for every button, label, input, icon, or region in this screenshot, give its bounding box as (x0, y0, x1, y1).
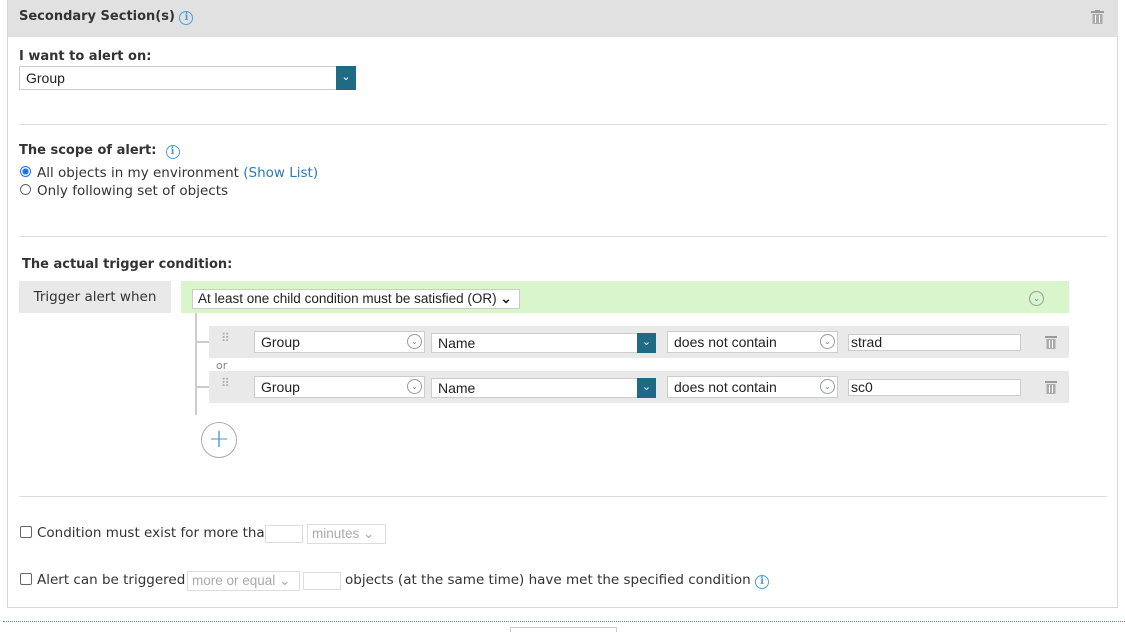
condition-value-input[interactable]: sc0 (848, 379, 1021, 396)
chevron-down-icon: ⌄ (820, 379, 835, 394)
chevron-down-icon[interactable]: ⌄ (637, 378, 656, 398)
trigger-when-label: Trigger alert when (19, 281, 171, 313)
info-icon[interactable]: i (165, 145, 180, 159)
condition-object-select[interactable]: Group (254, 331, 425, 353)
duration-input[interactable] (265, 525, 303, 543)
scope-label: The scope of alert: i (19, 143, 180, 159)
duration-checkbox[interactable] (20, 526, 32, 538)
scope-following-radio[interactable] (20, 184, 31, 195)
duration-unit-select[interactable]: minutes ⌄ (307, 524, 386, 544)
divider (19, 124, 1107, 125)
chevron-down-icon: ⌄ (363, 526, 375, 541)
section-title: Secondary Section(s) i (19, 9, 194, 25)
alert-on-label: I want to alert on: (19, 49, 152, 64)
alert-on-select[interactable]: Group (19, 66, 337, 90)
delete-condition-trash-icon[interactable] (1045, 335, 1057, 349)
count-input[interactable] (303, 572, 341, 590)
trigger-label: The actual trigger condition: (22, 257, 233, 272)
trigger-mode-select[interactable]: At least one child condition must be sat… (192, 289, 520, 309)
tree-line (195, 313, 197, 415)
info-icon[interactable]: i (754, 575, 769, 589)
add-condition-plus-icon[interactable]: + (201, 422, 237, 458)
drag-handle-icon[interactable]: ⠿ (221, 377, 230, 389)
chevron-down-icon: ⌄ (407, 334, 422, 349)
chevron-down-icon: ⌄ (820, 334, 835, 349)
duration-label: Condition must exist for more than (37, 525, 274, 541)
count-label: Alert can be triggered if (37, 572, 199, 588)
scope-all-label: All objects in my environment (Show List… (37, 165, 319, 181)
collapse-chevron-icon[interactable]: ⌄ (1029, 291, 1044, 306)
scope-all-radio[interactable] (20, 166, 31, 177)
condition-operator-select[interactable]: does not contain (667, 376, 838, 398)
divider (19, 236, 1107, 237)
count-comparator-select[interactable]: more or equal ⌄ (187, 571, 300, 591)
chevron-down-icon[interactable]: ⌄ (637, 333, 656, 353)
condition-property-select[interactable]: Name (431, 378, 638, 398)
drag-handle-icon[interactable]: ⠿ (221, 332, 230, 344)
delete-condition-trash-icon[interactable] (1045, 380, 1057, 394)
condition-value-input[interactable]: strad (848, 334, 1021, 351)
count-checkbox[interactable] (20, 573, 32, 585)
chevron-down-icon: ⌄ (279, 573, 291, 588)
chevron-down-icon[interactable]: ⌄ (336, 66, 356, 90)
count-suffix: objects (at the same time) have met the … (345, 572, 769, 589)
chevron-down-icon: ⌄ (407, 379, 422, 394)
divider (19, 496, 1107, 497)
partial-button[interactable] (510, 627, 617, 632)
chevron-down-icon: ⌄ (500, 291, 512, 306)
show-list-link[interactable]: (Show List) (243, 165, 318, 181)
scope-following-label: Only following set of objects (37, 183, 229, 199)
condition-property-select[interactable]: Name (431, 333, 638, 353)
condition-operator-select[interactable]: does not contain (667, 331, 838, 353)
info-icon[interactable]: i (179, 11, 194, 25)
delete-section-trash-icon[interactable] (1091, 10, 1104, 24)
dotted-separator (3, 621, 1125, 622)
condition-object-select[interactable]: Group (254, 376, 425, 398)
